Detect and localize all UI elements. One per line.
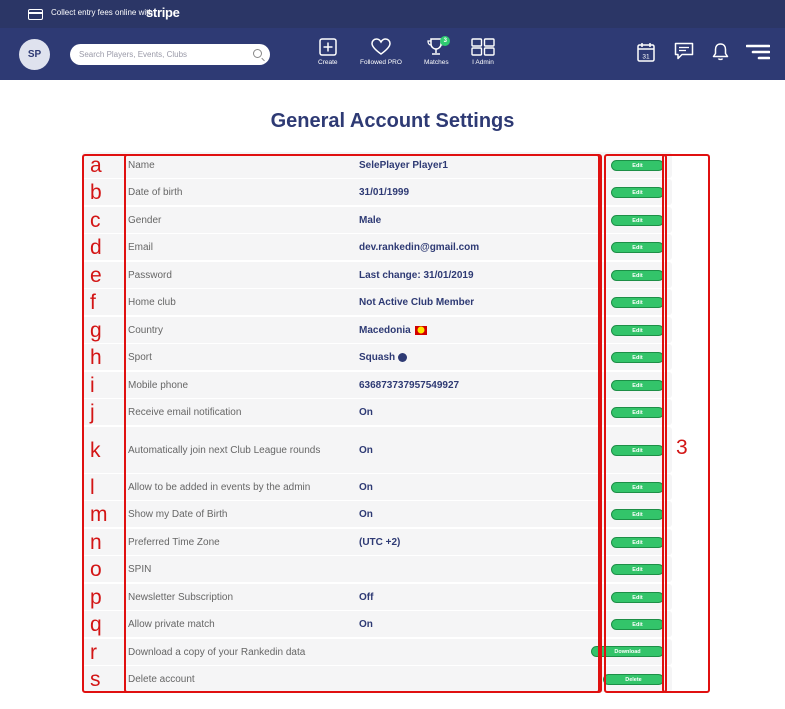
matches-badge: 3 bbox=[440, 36, 451, 46]
avatar[interactable]: SP bbox=[19, 39, 50, 70]
nav-matches-label: Matches bbox=[424, 59, 449, 66]
annotation-box-labels bbox=[124, 154, 600, 693]
messages-button[interactable] bbox=[674, 42, 694, 65]
calendar-icon: 31 bbox=[637, 43, 655, 62]
calendar-button[interactable]: 31 bbox=[637, 42, 655, 67]
menu-icon bbox=[745, 44, 771, 60]
search-icon[interactable] bbox=[253, 49, 262, 58]
nav-followed-pro-label: Followed PRO bbox=[360, 59, 402, 66]
nav-matches[interactable]: 3 Matches bbox=[424, 36, 451, 70]
top-navigation-bar: SP Create Followed PRO 3 Matche bbox=[0, 28, 785, 80]
grid-icon bbox=[471, 38, 495, 56]
search-input[interactable] bbox=[79, 47, 249, 62]
credit-card-icon bbox=[28, 9, 43, 20]
notifications-button[interactable] bbox=[712, 42, 729, 66]
stripe-promo-bar[interactable]: Collect entry fees online with stripe bbox=[0, 0, 785, 28]
nav-i-admin[interactable]: I Admin bbox=[471, 38, 495, 70]
nav-followed-pro[interactable]: Followed PRO bbox=[360, 38, 402, 70]
calendar-day: 31 bbox=[642, 54, 650, 61]
main-menu-button[interactable] bbox=[745, 44, 771, 65]
plus-square-icon bbox=[319, 38, 337, 56]
heart-icon bbox=[371, 38, 391, 55]
chat-icon bbox=[674, 42, 694, 60]
nav-create[interactable]: Create bbox=[318, 38, 338, 70]
stripe-logo: stripe bbox=[146, 5, 180, 20]
nav-create-label: Create bbox=[318, 59, 338, 66]
annotation-box-actions bbox=[604, 154, 667, 693]
search-box[interactable] bbox=[70, 44, 270, 65]
nav-i-admin-label: I Admin bbox=[472, 59, 494, 66]
annotation-box-column-3 bbox=[662, 154, 710, 693]
bell-icon bbox=[712, 43, 729, 61]
annotation-number: 3 bbox=[676, 436, 688, 459]
page-title: General Account Settings bbox=[270, 110, 515, 132]
promo-text: Collect entry fees online with bbox=[51, 8, 153, 17]
